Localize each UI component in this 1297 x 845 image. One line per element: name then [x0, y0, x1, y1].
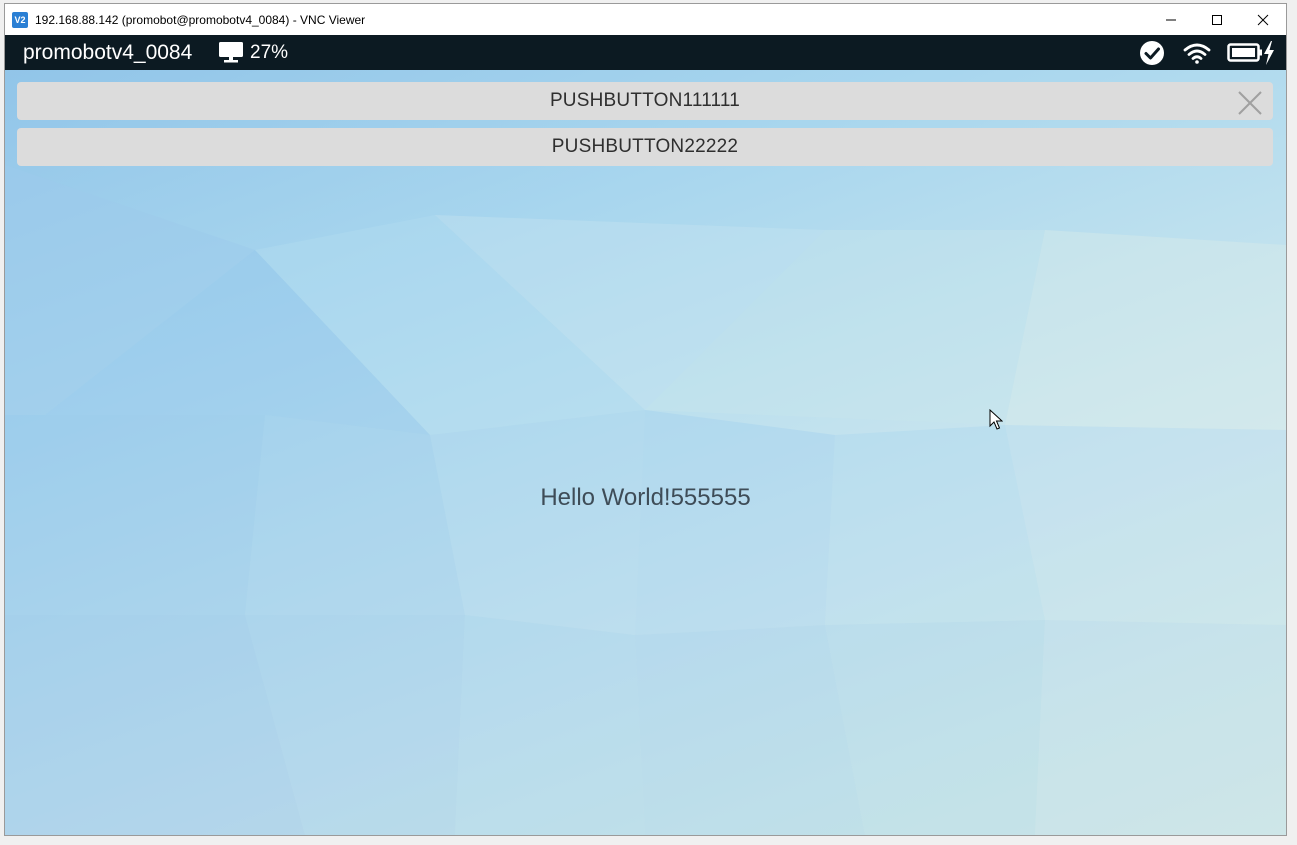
battery-charging-icon[interactable]	[1227, 41, 1275, 65]
window-title: 192.168.88.142 (promobot@promobotv4_0084…	[35, 12, 366, 27]
pushbutton-2[interactable]: PUSHBUTTON22222	[17, 128, 1273, 166]
robot-status-bar: promobotv4_0084 27%	[5, 35, 1286, 70]
close-window-button[interactable]	[1240, 4, 1286, 35]
mouse-cursor-icon	[989, 409, 1003, 430]
minimize-icon	[1166, 19, 1176, 20]
vnc-viewer-icon: V2	[12, 11, 28, 28]
pushbutton-1[interactable]: PUSHBUTTON111111	[17, 82, 1273, 120]
monitor-icon	[219, 42, 243, 63]
vnc-viewer-window: V2 192.168.88.142 (promobot@promobotv4_0…	[4, 3, 1287, 836]
screen-brightness-percent: 27%	[250, 42, 289, 63]
hello-world-text: Hello World!555555	[540, 484, 751, 511]
maximize-icon	[1212, 14, 1222, 25]
robot-name: promobotv4_0084	[23, 41, 193, 64]
minimize-button[interactable]	[1148, 4, 1194, 35]
maximize-button[interactable]	[1194, 4, 1240, 35]
pushbutton-1-label: PUSHBUTTON111111	[549, 90, 741, 111]
wifi-icon[interactable]	[1183, 42, 1211, 64]
window-controls	[1148, 4, 1286, 35]
title-bar[interactable]: V2 192.168.88.142 (promobot@promobotv4_0…	[5, 4, 1286, 35]
pushbutton-2-label: PUSHBUTTON22222	[551, 136, 739, 157]
remote-screen[interactable]: promobotv4_0084 27% PUSHBUTTON111111 PUS…	[5, 35, 1286, 835]
check-circle-icon[interactable]	[1139, 40, 1165, 66]
close-icon	[1257, 14, 1269, 25]
close-icon[interactable]	[1237, 90, 1263, 116]
